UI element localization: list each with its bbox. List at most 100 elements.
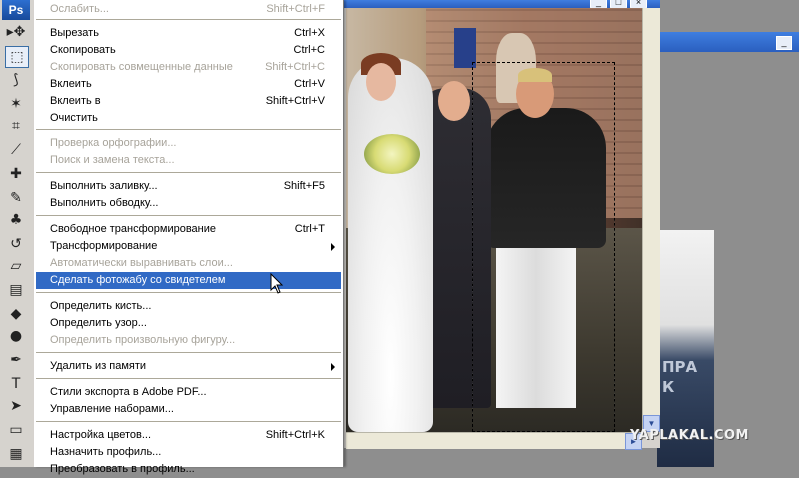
menu-item: Автоматически выравнивать слои... xyxy=(36,255,341,272)
menu-item-label: Вырезать xyxy=(50,27,99,39)
move-tool-icon[interactable]: ▸✥ xyxy=(5,22,27,42)
pen-tool-icon[interactable]: ✒ xyxy=(5,350,27,370)
stamp-tool-icon[interactable]: ♣ xyxy=(5,210,27,230)
selection-marquee[interactable] xyxy=(472,62,615,432)
menu-item[interactable]: Свободное трансформирование Ctrl+T xyxy=(36,221,341,238)
menu-separator xyxy=(36,352,341,353)
menu-item-label: Настройка цветов... xyxy=(50,429,152,441)
menu-item-shortcut: Shift+Ctrl+K xyxy=(265,429,325,441)
menu-item-label: Определить узор... xyxy=(50,317,147,329)
menu-item-shortcut: Ctrl+T xyxy=(294,223,325,235)
menu-item: Ослабить... Shift+Ctrl+F xyxy=(36,1,341,18)
menu-item[interactable]: Выполнить обводку... xyxy=(36,195,341,212)
menu-item[interactable]: Назначить профиль... xyxy=(36,444,341,461)
mouse-cursor-icon xyxy=(270,273,284,294)
menu-item-label: Стили экспорта в Adobe PDF... xyxy=(50,386,207,398)
submenu-arrow-icon xyxy=(331,363,335,371)
shape-tool-icon[interactable]: ▭ xyxy=(5,420,27,440)
notes-tool-icon[interactable]: ▦ xyxy=(5,444,27,464)
bouquet xyxy=(364,134,420,174)
dodge-tool-icon[interactable]: ● xyxy=(5,326,27,346)
menu-item-label: Вклеить в xyxy=(50,95,101,107)
menu-item: Определить произвольную фигуру... xyxy=(36,332,341,349)
menu-item-label: Преобразовать в профиль... xyxy=(50,463,195,475)
menu-item-label: Поиск и замена текста... xyxy=(50,154,175,166)
menu-item-label: Удалить из памяти xyxy=(50,360,147,372)
menu-item-label: Выполнить обводку... xyxy=(50,197,159,209)
menu-item[interactable]: Сделать фотожабу со свидетелем xyxy=(36,272,341,289)
menu-item-shortcut: Ctrl+V xyxy=(294,78,325,90)
blur-tool-icon[interactable]: ◆ xyxy=(5,304,27,324)
menu-item-label: Очистить xyxy=(50,112,98,124)
menu-item-label: Сделать фотожабу со свидетелем xyxy=(50,274,226,286)
gradient-tool-icon[interactable]: ▤ xyxy=(5,280,27,300)
menu-item-label: Определить произвольную фигуру... xyxy=(50,334,236,346)
menu-item-label: Свободное трансформирование xyxy=(50,223,216,235)
menu-item[interactable]: Вырезать Ctrl+X xyxy=(36,25,341,42)
menu-item-label: Скопировать совмещенные данные xyxy=(50,61,233,73)
menu-item-label: Управление наборами... xyxy=(50,403,174,415)
eraser-tool-icon[interactable]: ▱ xyxy=(5,256,27,276)
menu-separator xyxy=(36,292,341,293)
menu-item-label: Ослабить... xyxy=(50,3,109,15)
photoshop-logo[interactable]: Ps xyxy=(2,0,30,20)
horizontal-scrollbar[interactable]: ► xyxy=(346,432,642,450)
type-tool-icon[interactable]: T xyxy=(5,374,27,394)
menu-item[interactable]: Удалить из памяти xyxy=(36,358,341,375)
menu-item-shortcut: Ctrl+C xyxy=(293,44,325,56)
menu-separator xyxy=(36,421,341,422)
magic-wand-tool-icon[interactable]: ✶ xyxy=(5,94,27,114)
menu-item-label: Скопировать xyxy=(50,44,116,56)
menu-item: Поиск и замена текста... xyxy=(36,152,341,169)
menu-item[interactable]: Управление наборами... xyxy=(36,401,341,418)
lasso-tool-icon[interactable]: ⟆ xyxy=(5,70,27,90)
groom-face xyxy=(438,81,470,121)
menu-item-shortcut: Shift+F5 xyxy=(283,180,325,192)
menu-item: Проверка орфографии... xyxy=(36,135,341,152)
menu-item[interactable]: Трансформирование xyxy=(36,238,341,255)
menu-item[interactable]: Вклеить Ctrl+V xyxy=(36,76,341,93)
menu-item-shortcut: Shift+Ctrl+F xyxy=(266,3,325,15)
menu-item-shortcut: Ctrl+X xyxy=(294,27,325,39)
menu-separator xyxy=(36,19,341,20)
menu-item[interactable]: Определить кисть... xyxy=(36,298,341,315)
menu-item-label: Выполнить заливку... xyxy=(50,180,158,192)
menu-separator xyxy=(36,215,341,216)
bride-dress xyxy=(348,58,433,432)
menu-item-label: Автоматически выравнивать слои... xyxy=(50,257,233,269)
menu-item-label: Определить кисть... xyxy=(50,300,152,312)
bride-face xyxy=(366,63,396,101)
menu-item-label: Назначить профиль... xyxy=(50,446,162,458)
tools-panel: Ps ▸✥ ⬚ ⟆ ✶ ⌗ ⟋ ✚ ✎ ♣ ↺ ▱ ▤ ◆ ● ✒ T ➤ ▭ ▦ xyxy=(0,0,35,467)
healing-brush-tool-icon[interactable]: ✚ xyxy=(5,164,27,184)
watermark: YAPLAKAL.COM xyxy=(630,428,749,443)
brush-tool-icon[interactable]: ✎ xyxy=(5,188,27,208)
menu-item[interactable]: Очистить xyxy=(36,110,341,127)
path-selection-tool-icon[interactable]: ➤ xyxy=(5,396,27,416)
slice-tool-icon[interactable]: ⟋ xyxy=(5,140,27,160)
menu-item-label: Проверка орфографии... xyxy=(50,137,177,149)
menu-item[interactable]: Стили экспорта в Adobe PDF... xyxy=(36,384,341,401)
menu-item[interactable]: Вклеить в Shift+Ctrl+V xyxy=(36,93,341,110)
menu-item: Скопировать совмещенные данные Shift+Ctrl… xyxy=(36,59,341,76)
menu-item[interactable]: Выполнить заливку... Shift+F5 xyxy=(36,178,341,195)
menu-item-shortcut: Shift+Ctrl+V xyxy=(265,95,325,107)
menu-item[interactable]: Настройка цветов... Shift+Ctrl+K xyxy=(36,427,341,444)
marquee-tool-icon[interactable]: ⬚ xyxy=(5,46,29,68)
crop-tool-icon[interactable]: ⌗ xyxy=(5,116,27,136)
background-window-minimize-button[interactable]: _ xyxy=(776,36,792,50)
background-photo-banner-text: ПРА xyxy=(662,358,698,376)
menu-separator xyxy=(36,129,341,130)
menu-item[interactable]: Скопировать Ctrl+C xyxy=(36,42,341,59)
menu-item[interactable]: Определить узор... xyxy=(36,315,341,332)
menu-separator xyxy=(36,172,341,173)
submenu-arrow-icon xyxy=(331,243,335,251)
edit-menu: Ослабить... Shift+Ctrl+F Вырезать Ctrl+X Ско… xyxy=(34,0,344,475)
menu-separator xyxy=(36,378,341,379)
menu-item-label: Трансформирование xyxy=(50,240,158,252)
history-brush-tool-icon[interactable]: ↺ xyxy=(5,234,27,254)
menu-item-shortcut: Shift+Ctrl+C xyxy=(265,61,325,73)
vertical-scrollbar[interactable]: ▼ xyxy=(642,8,660,432)
menu-item[interactable]: Преобразовать в профиль... xyxy=(36,461,341,478)
background-photo-banner-text: К xyxy=(662,378,675,396)
